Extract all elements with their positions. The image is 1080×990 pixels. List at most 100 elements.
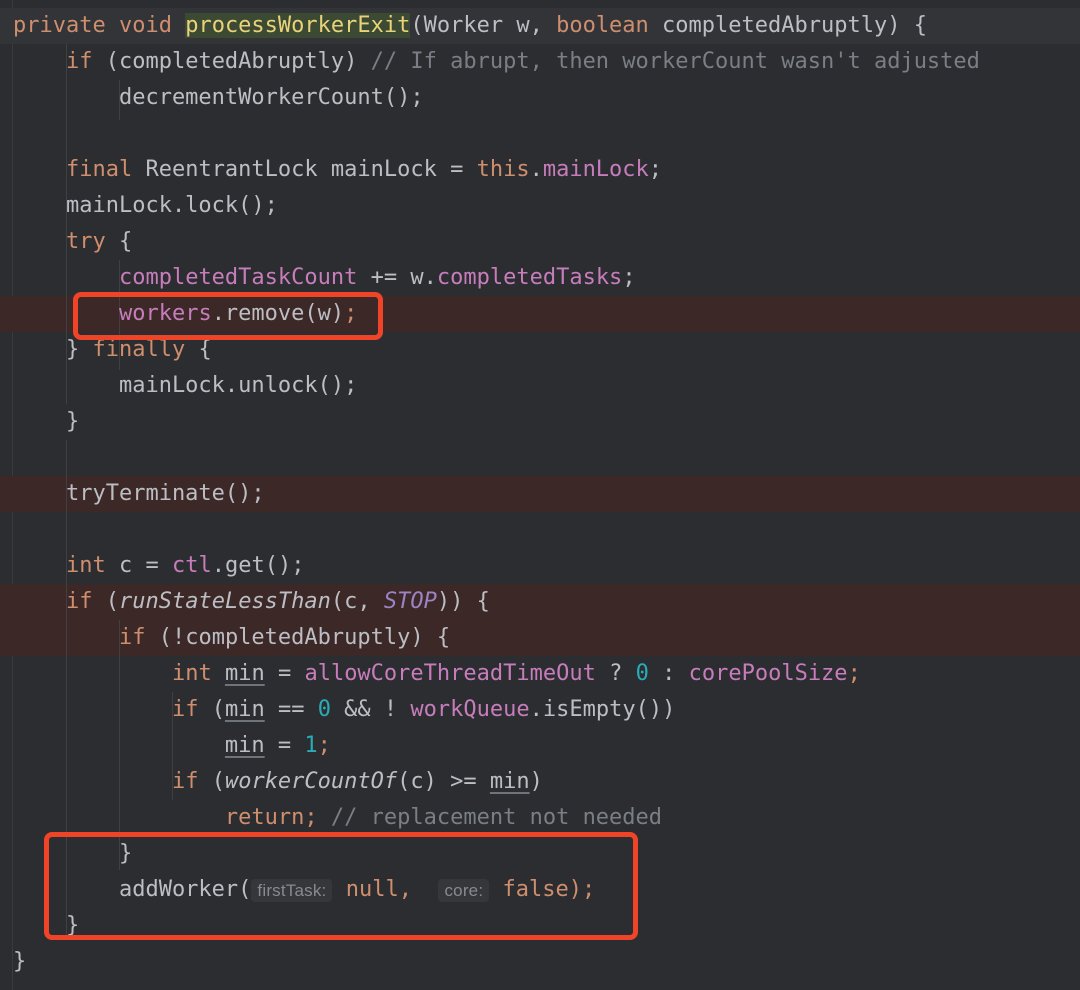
code-editor[interactable]: private void processWorkerExit(Worker w,… — [0, 0, 1080, 990]
code-line[interactable]: } — [0, 836, 1080, 872]
token-brace: } — [13, 949, 27, 974]
token-field: workers — [118, 301, 212, 326]
code-line[interactable]: final ReentrantLock mainLock = this.main… — [0, 152, 1080, 188]
token-keyword: if — [65, 589, 93, 614]
method-name-highlight: processWorkerExit — [185, 13, 411, 38]
code-line[interactable]: } finally { — [0, 332, 1080, 368]
token-op: = — [264, 661, 305, 686]
token-keyword-null: null — [345, 877, 399, 902]
token-keyword: void — [118, 13, 172, 38]
code-line[interactable]: return; // replacement not needed — [0, 800, 1080, 836]
token-op: += w. — [357, 265, 437, 290]
token-op: ? — [595, 661, 636, 686]
code-line[interactable]: mainLock.lock(); — [0, 188, 1080, 224]
token-comment: // replacement not needed — [330, 805, 663, 830]
token-call: decrementWorkerCount(); — [13, 85, 424, 110]
token-call: .isEmpty()) — [529, 697, 676, 722]
token-semicolon: ; — [847, 661, 861, 686]
token-call: tryTerminate(); — [13, 481, 265, 506]
code-line[interactable]: tryTerminate(); — [0, 476, 1080, 512]
token-field: mainLock — [542, 157, 649, 182]
code-line[interactable]: } — [0, 404, 1080, 440]
token-paren: ( — [198, 697, 225, 722]
token-semicolon: ; — [317, 733, 331, 758]
token-brace: { — [185, 337, 212, 362]
token-field: completedTasks — [436, 265, 623, 290]
token-semicolon: ; — [622, 265, 636, 290]
token-keyword: return — [224, 805, 305, 830]
token-keyword: private — [13, 13, 106, 38]
token-paren: )) { — [436, 589, 490, 614]
token-field: allowCoreThreadTimeOut — [304, 661, 596, 686]
token-expr: (!completedAbruptly) { — [145, 625, 451, 650]
code-line[interactable]: private void processWorkerExit(Worker w,… — [0, 8, 1080, 44]
code-line[interactable]: if (completedAbruptly) // If abrupt, the… — [0, 44, 1080, 80]
token-field: corePoolSize — [688, 661, 848, 686]
token-decl: c = — [105, 553, 172, 578]
token-keyword: final — [65, 157, 133, 182]
token-field: ctl — [171, 553, 212, 578]
code-line[interactable]: } — [0, 908, 1080, 944]
token-expr: (completedAbruptly) — [92, 49, 371, 74]
token-keyword: if — [171, 697, 199, 722]
token-keyword: int — [171, 661, 212, 686]
token-field: workQueue — [410, 697, 530, 722]
token-call: .remove(w) — [211, 301, 345, 326]
code-line[interactable]: if (runStateLessThan(c, STOP)) { — [0, 584, 1080, 620]
code-lines[interactable]: private void processWorkerExit(Worker w,… — [0, 0, 1080, 990]
token-number: 1 — [304, 733, 318, 758]
code-line[interactable]: if (workerCountOf(c) >= min) — [0, 764, 1080, 800]
code-line[interactable]: min = 1; — [0, 728, 1080, 764]
token-keyword: boolean — [556, 13, 649, 38]
token-op: : — [648, 661, 689, 686]
token-paren: ( — [92, 589, 119, 614]
token-static-field: STOP — [383, 589, 437, 614]
token-op: && ! — [330, 697, 411, 722]
code-line[interactable]: int min = allowCoreThreadTimeOut ? 0 : c… — [0, 656, 1080, 692]
token-local-var: min — [224, 661, 265, 686]
token-semicolon: ; — [344, 301, 358, 326]
token-semicolon: ; — [304, 805, 331, 830]
token-brace: } — [13, 841, 133, 866]
token-keyword: if — [171, 769, 199, 794]
token-comment: // If abrupt, then workerCount wasn't ad… — [370, 49, 980, 74]
token-params: (Worker w, — [410, 13, 557, 38]
token-brace: { — [105, 229, 133, 254]
token-comma: , — [398, 877, 426, 902]
token-keyword: if — [65, 49, 93, 74]
code-line[interactable]: try { — [0, 224, 1080, 260]
code-line[interactable]: completedTaskCount += w.completedTasks; — [0, 260, 1080, 296]
token-brace: } — [13, 337, 93, 362]
token-brace: } — [13, 913, 80, 938]
code-line[interactable]: if (!completedAbruptly) { — [0, 620, 1080, 656]
token-call: mainLock.unlock(); — [13, 373, 358, 398]
token-params: completedAbruptly) { — [648, 13, 927, 38]
token-number: 0 — [635, 661, 649, 686]
code-line[interactable]: } — [0, 944, 1080, 980]
code-line[interactable]: addWorker(firstTask: null, core: false); — [0, 872, 1080, 908]
code-line[interactable]: workers.remove(w); — [0, 296, 1080, 332]
token-decl: ReentrantLock mainLock = — [132, 157, 477, 182]
code-line[interactable]: int c = ctl.get(); — [0, 548, 1080, 584]
token-number: 0 — [317, 697, 331, 722]
token-brace: } — [13, 409, 80, 434]
token-paren: ); — [568, 877, 596, 902]
code-line[interactable]: mainLock.unlock(); — [0, 368, 1080, 404]
code-line[interactable]: if (min == 0 && ! workQueue.isEmpty()) — [0, 692, 1080, 728]
token-keyword: if — [118, 625, 146, 650]
token-local-var: min — [224, 733, 265, 758]
code-line[interactable]: decrementWorkerCount(); — [0, 80, 1080, 116]
token-op: (c) >= — [397, 769, 490, 794]
